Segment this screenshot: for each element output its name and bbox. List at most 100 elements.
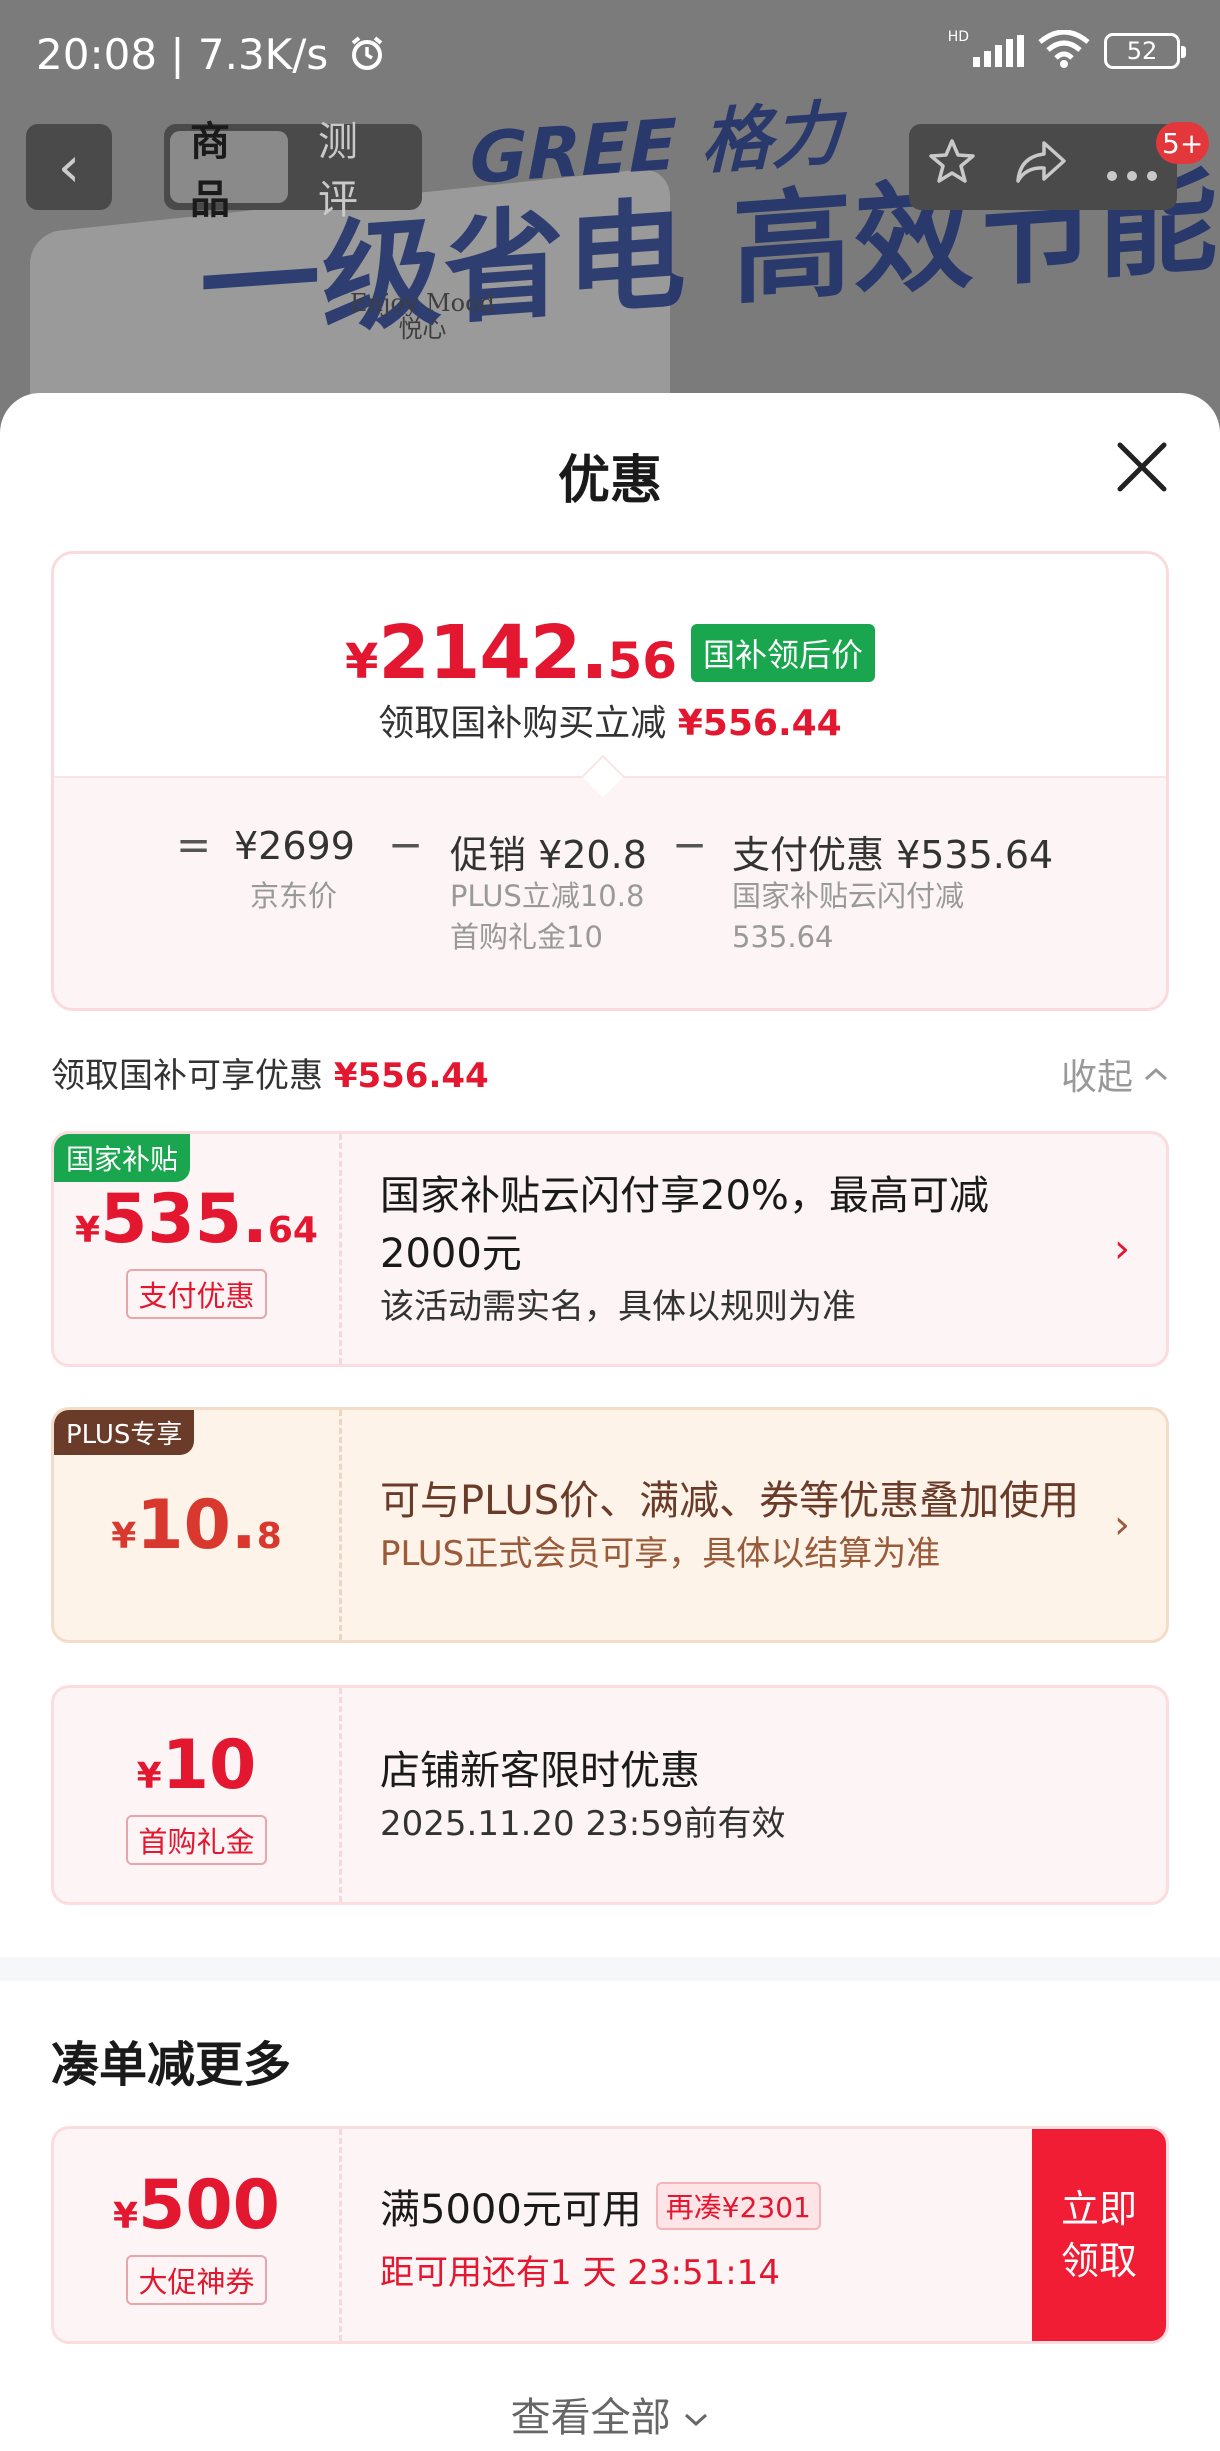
chevron-left-icon: ‹ — [57, 134, 81, 200]
coupon-card-promo: ¥ 500 大促神券 满5000元可用 再凑¥2301 距可用还有1 天 23:… — [51, 2126, 1169, 2344]
minus-sign-1: − — [388, 820, 424, 869]
coupon-amount: ¥ 500 — [113, 2166, 280, 2245]
chevron-down-icon — [685, 2413, 708, 2427]
coupon-desc: 该活动需实名，具体以规则为准 — [380, 1287, 856, 1327]
back-button[interactable]: ‹ — [26, 124, 112, 210]
wifi-icon — [1038, 29, 1090, 72]
amount-decimal: 64 — [267, 1209, 318, 1251]
amount-currency: ¥ — [111, 1515, 137, 1557]
tab-product[interactable]: 商品 — [170, 119, 288, 223]
summary-top: ¥ 2142. 56 国补领后价 领取国补购买立减 ¥556.44 — [54, 554, 1166, 776]
chevron-right-icon: › — [1114, 1226, 1130, 1272]
coupon-card-first-purchase[interactable]: ¥ 10 首购礼金 店铺新客限时优惠 2025.11.20 23:59前有效 — [51, 1685, 1169, 1905]
more-discounts-title: 凑单减更多 — [51, 2037, 292, 2093]
jd-price-label: 京东价 — [250, 879, 338, 913]
pay-note-line2: 535.64 — [732, 920, 834, 954]
product-label-cn: 悦心 — [398, 315, 447, 343]
coupon-desc: 2025.11.20 23:59前有效 — [380, 1804, 786, 1844]
coupon-card-subsidy[interactable]: 国家补贴 ¥ 535. 64 支付优惠 国家补贴云闪付享20%，最高可减2000… — [51, 1131, 1169, 1367]
card-divider — [339, 1688, 342, 1902]
price-currency: ¥ — [344, 634, 379, 690]
share-icon[interactable] — [1014, 137, 1068, 198]
coupon-type-badge: 支付优惠 — [126, 1268, 267, 1319]
card-divider — [339, 1410, 342, 1640]
amount-currency: ¥ — [75, 1209, 101, 1251]
promo-amount: 促销 ¥20.8 — [450, 833, 647, 877]
coupon-title: 店铺新客限时优惠 — [380, 1748, 700, 1794]
view-all-button[interactable]: 查看全部 — [0, 2385, 1220, 2443]
hd-indicator: HD — [947, 29, 969, 45]
amount-decimal: 8 — [256, 1515, 282, 1557]
price-summary-card: ¥ 2142. 56 国补领后价 领取国补购买立减 ¥556.44 = ¥269… — [51, 551, 1169, 1011]
price-integer: 2142. — [378, 610, 608, 696]
coupon-amount: ¥ 535. 64 — [75, 1180, 318, 1259]
coupon-card-plus[interactable]: PLUS专享 ¥ 10. 8 可与PLUS价、满减、券等优惠叠加使用 PLUS正… — [51, 1407, 1169, 1643]
battery-icon: 52 — [1104, 33, 1186, 69]
section-label: 领取国补可享优惠 — [51, 1056, 323, 1096]
message-badge: 5+ — [1156, 122, 1210, 164]
subsidy-price-tag: 国补领后价 — [691, 624, 876, 682]
status-time-text: 20:08 | 7.3K/s — [36, 30, 329, 79]
remaining-amount-tag: 再凑¥2301 — [655, 2181, 821, 2230]
close-button[interactable] — [1112, 437, 1172, 497]
section-amount: ¥556.44 — [333, 1056, 489, 1096]
chevron-right-icon: › — [1114, 1502, 1130, 1548]
amount-integer: 10. — [136, 1485, 257, 1565]
alarm-icon — [348, 33, 386, 82]
status-indicators: HD 52 — [947, 29, 1186, 72]
coupon-amount: ¥ 10 — [137, 1726, 257, 1805]
claim-coupon-button[interactable]: 立即 领取 — [1032, 2129, 1166, 2341]
card-divider — [339, 2129, 342, 2341]
amount-integer: 535. — [100, 1179, 268, 1259]
collapse-toggle-label: 收起 — [1060, 1057, 1133, 1098]
coupon-condition: 满5000元可用 再凑¥2301 — [380, 2177, 1006, 2235]
coupon-title: 国家补贴云闪付享20%，最高可减2000元 — [380, 1173, 989, 1277]
star-icon[interactable] — [927, 137, 977, 198]
signal-icon — [973, 35, 1024, 67]
claim-button-line2: 领取 — [1060, 2239, 1137, 2283]
amount-integer: 10 — [161, 1725, 257, 1805]
collapse-toggle[interactable]: 收起 — [1061, 1048, 1169, 1100]
more-icon[interactable] — [1105, 140, 1159, 194]
pay-discount: 支付优惠 ¥535.64 — [732, 833, 1054, 877]
coupon-body: 国家补贴云闪付享20%，最高可减2000元 该活动需实名，具体以规则为准 — [380, 1134, 1086, 1364]
equals-sign: = — [176, 820, 212, 869]
coupon-amount: ¥ 10. 8 — [111, 1486, 282, 1565]
claim-button-line1: 立即 — [1060, 2187, 1137, 2231]
price-decimal: 56 — [607, 632, 678, 690]
coupon-title: 可与PLUS价、满减、券等优惠叠加使用 — [380, 1478, 1080, 1524]
coupon-body: 店铺新客限时优惠 2025.11.20 23:59前有效 — [380, 1688, 1086, 1902]
final-price: ¥ 2142. 56 国补领后价 — [54, 610, 1166, 696]
pay-note-line1: 国家补贴云闪付减 — [732, 879, 965, 913]
product-label: Enjoy Mood 悦心 — [350, 290, 495, 342]
coupon-countdown: 距可用还有1 天 23:51:14 — [380, 2252, 780, 2293]
coupon-amount-block: ¥ 535. 64 支付优惠 — [54, 1134, 339, 1364]
amount-integer: 500 — [138, 2165, 280, 2245]
coupon-amount-block: ¥ 500 大促神券 — [54, 2129, 339, 2341]
promo-note-gift: 首购礼金10 — [450, 920, 603, 954]
nav-tabs: 商品 测评 — [164, 119, 422, 223]
coupon-title: 满5000元可用 — [380, 2186, 642, 2233]
amount-currency: ¥ — [112, 2195, 139, 2237]
coupon-type-badge: 大促神券 — [126, 2254, 267, 2305]
view-all-label: 查看全部 — [510, 2395, 671, 2441]
coupon-desc: PLUS正式会员可享，具体以结算为准 — [380, 1534, 941, 1574]
amount-currency: ¥ — [136, 1755, 162, 1797]
card-divider — [339, 1134, 342, 1364]
promo-note-plus: PLUS立减10.8 — [450, 879, 645, 913]
coupon-amount-block: ¥ 10 首购礼金 — [54, 1688, 339, 1902]
close-icon — [1117, 442, 1167, 492]
jd-price: ¥2699 — [234, 824, 355, 868]
price-subtitle-amount: ¥556.44 — [677, 703, 842, 744]
sheet-title: 优惠 — [557, 451, 662, 511]
chevron-up-icon — [1144, 1067, 1168, 1081]
tab-review[interactable]: 测评 — [298, 119, 416, 223]
status-time: 20:08 | 7.3K/s — [36, 30, 386, 82]
subsidy-section-header: 领取国补可享优惠 ¥556.44 — [51, 1048, 489, 1097]
nav-actions — [909, 124, 1177, 210]
section-separator — [0, 1957, 1220, 1981]
product-label-en: Enjoy Mood — [350, 289, 495, 317]
price-subtitle: 领取国补购买立减 ¥556.44 — [54, 694, 1166, 746]
coupon-body: 可与PLUS价、满减、券等优惠叠加使用 PLUS正式会员可享，具体以结算为准 — [380, 1410, 1086, 1640]
coupon-amount-block: ¥ 10. 8 — [54, 1410, 339, 1640]
